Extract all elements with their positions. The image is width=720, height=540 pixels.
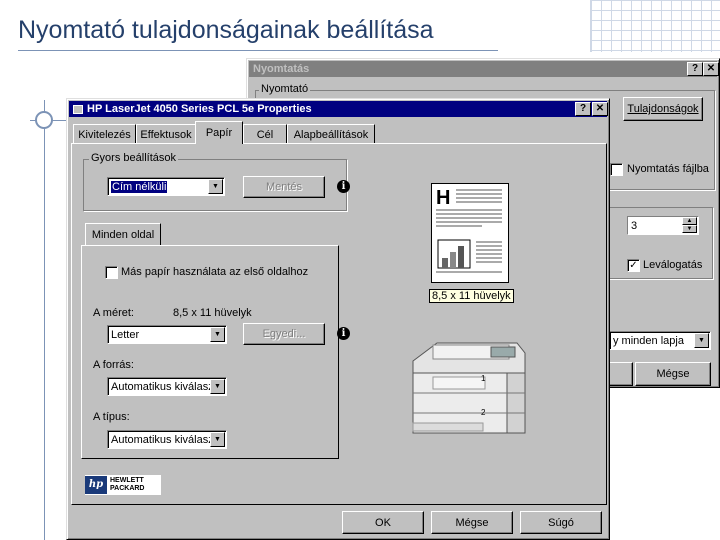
cancel-button-label: Mégse — [455, 516, 489, 529]
size-select[interactable]: Letter ▼ — [107, 325, 227, 344]
properties-dialog: HP LaserJet 4050 Series PCL 5e Propertie… — [66, 98, 610, 540]
tab-cel[interactable]: Cél — [243, 124, 287, 144]
printer-group-label: Nyomtató — [259, 83, 311, 95]
size-value-text: 8,5 x 11 hüvelyk — [173, 307, 252, 319]
chevron-down-icon: ▼ — [694, 333, 709, 348]
tab-kivitelezes[interactable]: Kivitelezés — [73, 124, 136, 144]
tab-papir-label: Papír — [205, 127, 233, 139]
cancel-button[interactable]: Mégse — [431, 511, 513, 534]
quick-sets-label: Gyors beállítások — [89, 152, 178, 164]
slide-title: Nyomtató tulajdonságainak beállítása — [18, 16, 434, 44]
properties-close-button[interactable]: ✕ — [592, 102, 608, 116]
print-dialog-titlebar: Nyomtatás — [249, 61, 717, 77]
quick-sets-select[interactable]: Cím nélküli ▼ — [107, 177, 225, 196]
ok-button-label: OK — [375, 516, 391, 529]
tab-minden-oldal[interactable]: Minden oldal — [85, 223, 161, 245]
tab-effektusok[interactable]: Effektusok — [136, 124, 196, 144]
custom-size-label: Egyedi... — [262, 328, 306, 340]
print-cancel-button-label: Mégse — [656, 368, 690, 380]
slide-grid-decoration — [590, 0, 720, 52]
different-paper-label: Más papír használata az első oldalhoz — [121, 266, 309, 278]
info-icon[interactable]: i — [337, 180, 350, 193]
type-select[interactable]: Automatikus kiválasz ▼ — [107, 430, 227, 449]
print-cancel-button[interactable]: Mégse — [635, 362, 711, 386]
slide-circle-decoration — [35, 111, 53, 129]
properties-help-button[interactable]: ? — [575, 102, 591, 116]
copies-value: 3 — [631, 219, 638, 232]
hp-logo-mark: hp — [85, 476, 107, 494]
slide-horizontal-line — [18, 50, 498, 51]
spin-down-icon[interactable]: ▼ — [682, 225, 697, 233]
save-quickset-label: Mentés — [265, 181, 303, 193]
source-select-value: Automatikus kiválasz — [111, 380, 214, 393]
preview-letter: H — [436, 187, 450, 209]
properties-dialog-title: HP LaserJet 4050 Series PCL 5e Propertie… — [87, 103, 312, 115]
print-to-file-checkbox[interactable] — [610, 163, 623, 176]
help-button[interactable]: Súgó — [520, 511, 602, 534]
tray-1-label: 1 — [481, 374, 486, 383]
chevron-down-icon: ▼ — [210, 327, 225, 342]
hp-logo-line1: HEWLETT — [110, 477, 144, 484]
print-close-button[interactable]: ✕ — [703, 62, 719, 76]
chevron-down-icon: ▼ — [210, 379, 225, 394]
print-help-button[interactable]: ? — [687, 62, 703, 76]
different-paper-checkbox[interactable] — [105, 266, 118, 279]
slide-vertical-line — [44, 100, 45, 540]
tab-cel-label: Cél — [256, 128, 274, 141]
type-select-value: Automatikus kiválasz — [111, 433, 214, 446]
tab-kivitelezes-label: Kivitelezés — [78, 128, 131, 141]
print-to-file-label: Nyomtatás fájlba — [627, 163, 709, 175]
hp-logo-line2: PACKARD — [110, 485, 145, 492]
print-dialog-title: Nyomtatás — [253, 63, 310, 75]
collate-checkbox[interactable]: ✓ — [627, 259, 640, 272]
preview-size-label: 8,5 x 11 hüvelyk — [429, 289, 514, 303]
tab-alapbeallitasok-label: Alapbeállítások — [293, 128, 369, 141]
tab-papir[interactable]: Papír — [195, 121, 243, 144]
chevron-down-icon: ▼ — [210, 432, 225, 447]
chevron-down-icon: ▼ — [208, 179, 223, 194]
size-label: A méret: — [93, 307, 134, 319]
printer-icon — [73, 104, 83, 114]
quick-sets-value: Cím nélküli — [111, 180, 168, 193]
tab-minden-oldal-label: Minden oldal — [91, 228, 155, 241]
info-icon[interactable]: i — [337, 327, 350, 340]
collate-label: Leválogatás — [643, 259, 703, 271]
spin-up-icon[interactable]: ▲ — [682, 217, 697, 225]
paper-preview-icon: H — [431, 183, 509, 283]
properties-dialog-titlebar: HP LaserJet 4050 Series PCL 5e Propertie… — [69, 101, 607, 117]
type-label: A típus: — [93, 411, 130, 423]
tab-effektusok-label: Effektusok — [140, 128, 192, 141]
source-select[interactable]: Automatikus kiválasz ▼ — [107, 377, 227, 396]
tab-alapbeallitasok[interactable]: Alapbeállítások — [287, 124, 375, 144]
size-select-value: Letter — [111, 328, 140, 341]
tray-2-label: 2 — [481, 408, 486, 417]
save-quickset-button[interactable]: Mentés — [243, 176, 325, 198]
copies-spinner[interactable]: 3 ▲ ▼ — [627, 216, 699, 235]
help-button-label: Súgó — [548, 516, 574, 529]
printer-illustration: 1 2 — [407, 337, 531, 441]
pages-select-value: y minden lapja — [613, 334, 684, 347]
properties-button-label: Tulajdonságok — [627, 103, 699, 115]
ok-button[interactable]: OK — [342, 511, 424, 534]
pages-select[interactable]: y minden lapja ▼ — [609, 331, 711, 350]
custom-size-button[interactable]: Egyedi... — [243, 323, 325, 345]
properties-button[interactable]: Tulajdonságok — [623, 97, 703, 121]
hp-logo: hp HEWLETT PACKARD — [85, 475, 161, 495]
source-label: A forrás: — [93, 359, 134, 371]
